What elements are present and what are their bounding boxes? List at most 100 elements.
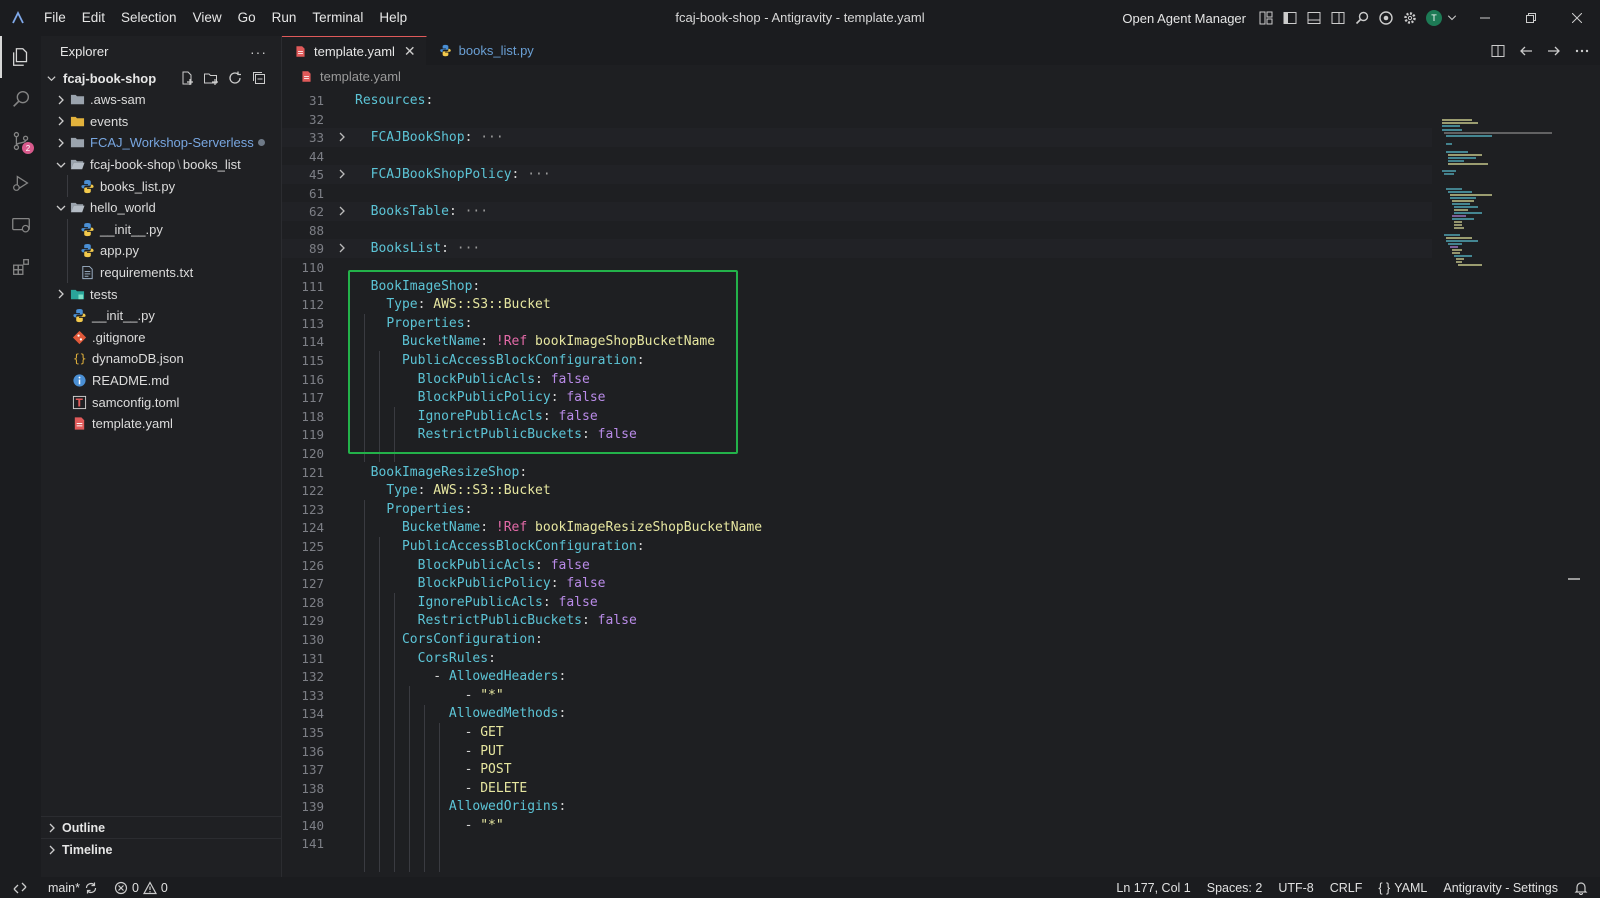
tab-template-yaml[interactable]: template.yaml ✕ [282, 36, 427, 65]
layout-customize-icon[interactable] [1254, 6, 1278, 30]
tree-item-template-yaml[interactable]: template.yaml [41, 413, 281, 435]
menu-go[interactable]: Go [230, 0, 264, 36]
tree-item-requirements-txt[interactable]: requirements.txt [41, 261, 281, 284]
line-number: 117 [301, 389, 324, 405]
go-forward-icon[interactable] [1546, 43, 1562, 59]
search-icon[interactable] [0, 78, 41, 120]
outline-section-header[interactable]: Outline [41, 816, 281, 838]
menu-help[interactable]: Help [371, 0, 415, 36]
eol-status[interactable]: CRLF [1322, 881, 1371, 895]
new-file-icon[interactable] [179, 70, 195, 86]
fold-chevron-right-icon[interactable] [330, 128, 354, 146]
tree-item-dynamodb-json[interactable]: {} dynamoDB.json [41, 348, 281, 370]
search-icon[interactable] [1350, 6, 1374, 30]
account-menu[interactable]: T [1422, 6, 1462, 30]
language-mode[interactable]: { } YAML [1370, 881, 1435, 895]
remote-explorer-icon[interactable] [0, 204, 41, 246]
extensions-icon[interactable] [0, 246, 41, 288]
tree-item-gitignore[interactable]: .gitignore [41, 327, 281, 349]
code-line: 129 RestrictPublicBuckets: false [282, 611, 1432, 630]
indentation-status[interactable]: Spaces: 2 [1199, 881, 1271, 895]
git-branch-status[interactable]: main* [40, 881, 106, 895]
more-actions-icon[interactable] [1574, 43, 1590, 59]
settings-gear-icon[interactable] [1398, 6, 1422, 30]
open-agent-manager-button[interactable]: Open Agent Manager [1122, 11, 1246, 26]
restore-button[interactable] [1508, 0, 1554, 36]
tree-item-fcaj-book-shop-books-list[interactable]: fcaj-book-shop \ books_list [41, 154, 281, 176]
code-line: 113 Properties: [282, 314, 1432, 333]
tree-item-hello-world-init-py[interactable]: __init__.py [41, 218, 281, 241]
menu-file[interactable]: File [36, 0, 74, 36]
run-debug-icon[interactable] [0, 162, 41, 204]
code-editor[interactable]: 31 Resources: 32 33 FCAJBookShop: ··· 44… [282, 89, 1432, 877]
timeline-label: Timeline [62, 842, 113, 857]
tab-books-list-py[interactable]: books_list.py [427, 36, 561, 65]
browser-icon[interactable] [1374, 6, 1398, 30]
fold-chevron-right-icon[interactable] [330, 202, 354, 220]
code-line: 116 BlockPublicAcls: false [282, 370, 1432, 389]
tree-item-samconfig-toml[interactable]: T samconfig.toml [41, 391, 281, 413]
menu-view[interactable]: View [185, 0, 230, 36]
app-logo-icon[interactable] [0, 0, 36, 36]
tree-item-label: FCAJ_Workshop-Serverless [90, 135, 254, 151]
code-line-folded: 33 FCAJBookShop: ··· [282, 128, 1432, 147]
toggle-panel-icon[interactable] [1302, 6, 1326, 30]
explorer-header: Explorer ··· [41, 36, 281, 67]
workspace-root-folder[interactable]: fcaj-book-shop [41, 67, 281, 89]
code-text: - POST [464, 761, 512, 777]
minimap[interactable] [1432, 89, 1582, 877]
tree-item-fcaj-workshop[interactable]: FCAJ_Workshop-Serverless [41, 132, 281, 154]
menu-terminal[interactable]: Terminal [304, 0, 371, 36]
tree-item-events[interactable]: events [41, 111, 281, 133]
source-control-icon[interactable]: 2 [0, 120, 41, 162]
notifications-bell-icon[interactable] [1566, 881, 1600, 895]
tree-item-app-py[interactable]: app.py [41, 240, 281, 262]
fold-chevron-right-icon[interactable] [330, 239, 354, 257]
remote-indicator-icon[interactable] [0, 881, 40, 895]
breadcrumb-file[interactable]: template.yaml [320, 69, 401, 84]
line-number: 113 [301, 315, 324, 331]
new-folder-icon[interactable] [203, 70, 219, 86]
tree-item-readme-md[interactable]: README.md [41, 370, 281, 392]
tree-item-books-list-py[interactable]: books_list.py [41, 175, 281, 197]
collapse-all-icon[interactable] [251, 70, 267, 86]
encoding-status[interactable]: UTF-8 [1270, 881, 1321, 895]
status-bar-right: Ln 177, Col 1 Spaces: 2 UTF-8 CRLF { } Y… [1108, 877, 1600, 898]
code-text: CorsConfiguration: [401, 631, 543, 647]
explorer-more-actions-button[interactable]: ··· [250, 44, 267, 60]
code-text: BucketName: !Ref bookImageResizeShopBuck… [401, 519, 763, 535]
fold-chevron-right-icon[interactable] [330, 165, 354, 183]
refresh-icon[interactable] [227, 70, 243, 86]
toggle-secondary-sidebar-icon[interactable] [1326, 6, 1350, 30]
tree-item-hello-world[interactable]: hello_world [41, 197, 281, 219]
python-file-icon [79, 243, 95, 259]
code-line: 122 Type: AWS::S3::Bucket [282, 481, 1432, 500]
code-line: 124 BucketName: !Ref bookImageResizeShop… [282, 518, 1432, 537]
code-line: 133 - "*" [282, 686, 1432, 705]
language-label: YAML [1394, 880, 1428, 895]
tree-item-aws-sam[interactable]: .aws-sam [41, 89, 281, 111]
tree-item-label: fcaj-book-shop [90, 157, 176, 173]
tab-label: template.yaml [314, 43, 395, 59]
split-editor-icon[interactable] [1490, 43, 1506, 59]
code-line: 112 Type: AWS::S3::Bucket [282, 295, 1432, 314]
menu-edit[interactable]: Edit [74, 0, 113, 36]
close-window-button[interactable] [1554, 0, 1600, 36]
cursor-position[interactable]: Ln 177, Col 1 [1108, 881, 1198, 895]
toggle-primary-sidebar-icon[interactable] [1278, 6, 1302, 30]
close-tab-icon[interactable]: ✕ [404, 43, 416, 60]
antigravity-settings[interactable]: Antigravity - Settings [1435, 881, 1566, 895]
tree-item-tests[interactable]: tests [41, 283, 281, 305]
problems-status[interactable]: 0 0 [106, 881, 176, 895]
tree-item-label: hello_world [90, 200, 156, 216]
code-text: - "*" [464, 687, 504, 703]
go-back-icon[interactable] [1518, 43, 1534, 59]
tree-item-init-py[interactable]: __init__.py [41, 305, 281, 327]
editor-area: template.yaml ✕ books_list.py template.y… [282, 36, 1600, 877]
menu-selection[interactable]: Selection [113, 0, 185, 36]
explorer-icon[interactable] [0, 36, 41, 78]
minimize-button[interactable] [1462, 0, 1508, 36]
code-line: 114 BucketName: !Ref bookImageShopBucket… [282, 332, 1432, 351]
menu-run[interactable]: Run [264, 0, 305, 36]
timeline-section-header[interactable]: Timeline [41, 838, 281, 860]
